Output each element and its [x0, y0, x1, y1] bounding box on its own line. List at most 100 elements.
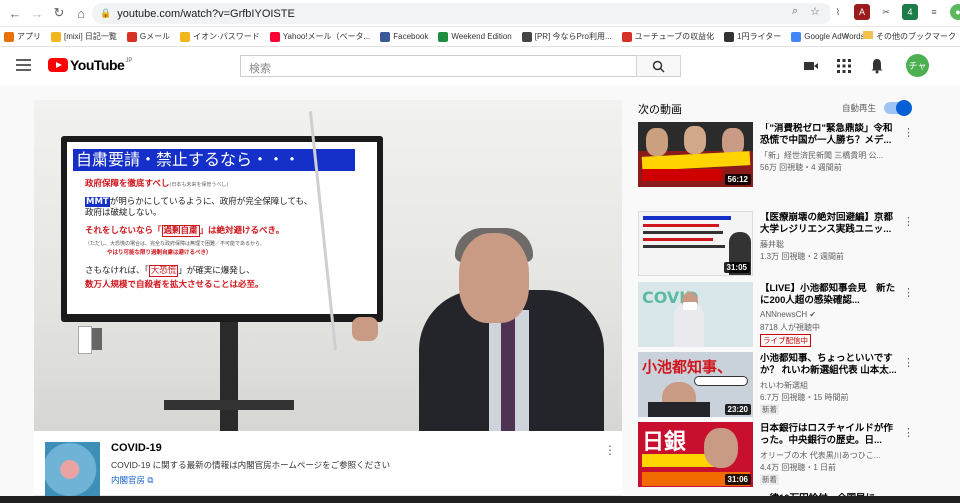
more-options-icon[interactable]: ⋮	[903, 356, 914, 369]
extension-icon[interactable]: ⌇	[830, 4, 846, 20]
more-options-icon[interactable]: ⋮	[903, 126, 914, 139]
presenter-hand	[352, 317, 378, 341]
bookmark[interactable]: ユーチューブの収益化	[621, 31, 714, 42]
extension-icon[interactable]: ≡	[926, 4, 942, 20]
up-next-title: 次の動画	[638, 104, 682, 116]
search-button[interactable]	[636, 55, 681, 77]
bookmark[interactable]: Facebook	[380, 31, 428, 42]
video-duration: 56:12	[724, 174, 751, 185]
notifications-icon[interactable]	[869, 58, 885, 74]
video-player[interactable]: 自粛要請・禁止するなら・・・ 政府保障を徹底すべし(日本も未来を保管うべし) M…	[34, 100, 622, 431]
video-thumbnail[interactable]: COVID	[638, 282, 753, 347]
video-duration: 23:20	[724, 404, 751, 415]
channel-name[interactable]: れいわ新選組	[760, 380, 900, 391]
recommended-video[interactable]: 31:05 【医療崩壊の絶対回避編】京都大学レジリエンス実践ユニッ... 藤井聡…	[638, 211, 918, 277]
video-thumbnail[interactable]: 日銀 31:06	[638, 422, 753, 487]
covid-virus-image	[45, 442, 100, 497]
video-meta: 56万 回視聴・4 週間前	[760, 163, 842, 172]
menu-icon[interactable]	[16, 59, 31, 71]
omnibox-actions: ⌕ ☆	[792, 5, 820, 18]
extension-icon[interactable]: A	[854, 4, 870, 20]
zoom-icon[interactable]: ⌕	[792, 5, 798, 18]
writer-icon	[724, 31, 735, 42]
gmail-icon	[126, 31, 137, 42]
address-bar[interactable]: 🔒 youtube.com/watch?v=GrfbIYOISTE	[92, 3, 832, 24]
extension-icon[interactable]: 4	[902, 4, 918, 20]
covid-info-panel: COVID-19 COVID-19 に関する最新の情報は内閣官房ホームページをご…	[34, 431, 622, 497]
video-thumbnail[interactable]: 56:12	[638, 122, 753, 187]
create-video-icon[interactable]	[803, 58, 819, 74]
bookmarks-overflow-button[interactable]: »	[845, 31, 849, 42]
bookmark[interactable]: [mixi] 日記一覧	[51, 31, 117, 42]
pr-icon	[521, 31, 532, 42]
video-title[interactable]: 「"消費税ゼロ"緊急鼎談」令和恐慌で中国が一人勝ち？メデ...	[760, 123, 900, 147]
back-icon[interactable]: ←	[4, 2, 26, 24]
autoplay-toggle[interactable]	[884, 100, 912, 116]
video-meta: 1.3万 回視聴・2 週間前	[760, 252, 845, 261]
covid-title: COVID-19	[111, 442, 162, 454]
video-title[interactable]: 【LIVE】小池都知事会見 新たに200人超の感染確認...	[760, 283, 900, 307]
wall-outlet	[78, 326, 92, 354]
video-thumbnail[interactable]: 小池都知事、 23:20	[638, 352, 753, 417]
channel-name[interactable]: 「新」経世済民新聞 三橋貴明 公...	[760, 150, 900, 161]
home-icon[interactable]: ⌂	[70, 2, 92, 24]
reload-icon[interactable]: ↻	[48, 2, 70, 24]
youtube-header: YouTube JP 検索 チャ	[0, 47, 960, 85]
folder-icon	[863, 31, 873, 39]
video-meta: 8718 人が視聴中	[760, 323, 821, 332]
bookmark[interactable]: Weekend Edition	[438, 31, 512, 42]
video-duration: 31:06	[724, 474, 751, 485]
tv-stand	[220, 322, 238, 431]
slide-line: 政府保障を徹底すべし(日本も未来を保管うべし)	[85, 179, 229, 189]
bookmark[interactable]: Gメール	[126, 31, 170, 42]
recommended-video[interactable]: 日銀 31:06 日本銀行はロスチャイルドが作った。中央銀行の歴史。日... オ…	[638, 422, 918, 488]
bookmark[interactable]: Yahoo!メール（ベータ...	[269, 31, 370, 42]
more-options-icon[interactable]: ⋮	[903, 215, 914, 228]
search-input[interactable]: 検索	[240, 55, 637, 77]
channel-name[interactable]: 藤井聡	[760, 239, 900, 250]
bookmark[interactable]: アプリ	[4, 31, 41, 42]
play-logo-icon	[48, 58, 68, 72]
new-badge: 新着	[760, 404, 779, 415]
logo-text: YouTube	[70, 57, 125, 73]
channel-name[interactable]: ANNnewsCH ✔	[760, 310, 900, 319]
wall-plug	[92, 328, 102, 350]
yahoo-icon	[269, 31, 280, 42]
other-bookmarks[interactable]: その他のブックマーク	[863, 31, 956, 42]
video-title[interactable]: 【医療崩壊の絶対回避編】京都大学レジリエンス実践ユニッ...	[760, 212, 900, 236]
logo-region: JP	[125, 58, 133, 64]
more-options-icon[interactable]: ⋮	[903, 286, 914, 299]
youtube-icon	[621, 31, 632, 42]
recommended-video[interactable]: 小池都知事、 23:20 小池都知事、ちょっといいですか？ れいわ新選組代表 山…	[638, 352, 918, 418]
bookmark[interactable]: 1円ライター	[724, 31, 781, 42]
covid-description: COVID-19 に関する最新の情報は内閣官房ホームページをご参照ください	[111, 460, 391, 470]
channel-name[interactable]: オリーブの木 代表黒川あつひこ...	[760, 450, 900, 461]
more-options-icon[interactable]: ⋮	[604, 443, 616, 457]
avatar[interactable]: チャ	[906, 54, 929, 77]
os-taskbar	[0, 496, 960, 503]
forward-icon[interactable]: →	[26, 2, 48, 24]
video-title[interactable]: 日本銀行はロスチャイルドが作った。中央銀行の歴史。日...	[760, 423, 900, 447]
extension-icon[interactable]: ✂	[878, 4, 894, 20]
header-actions	[803, 58, 885, 74]
slide-line: やはり可能な限り過剰自粛は避けるべき）	[107, 250, 212, 256]
cabinet-office-link[interactable]: 内閣官房 ⧉	[111, 474, 153, 486]
video-thumbnail[interactable]: 31:05	[638, 211, 753, 276]
slide-line: MMTが明らかにしているように、政府が完全保障しても、	[85, 197, 313, 207]
bookmark[interactable]: [PR] 今ならPro利用...	[521, 31, 612, 42]
recommended-video[interactable]: 56:12 「"消費税ゼロ"緊急鼎談」令和恐慌で中国が一人勝ち？メデ... 「新…	[638, 122, 918, 188]
video-meta: 6.7万 回視聴・15 時間前	[760, 393, 849, 402]
youtube-logo[interactable]: YouTube JP	[48, 57, 132, 73]
video-meta: 4.4万 回視聴・1 日前	[760, 463, 837, 472]
more-options-icon[interactable]: ⋮	[903, 426, 914, 439]
video-title[interactable]: 小池都知事、ちょっといいですか？ れいわ新選組代表 山本太...	[760, 353, 900, 377]
tv-stand-base	[164, 400, 294, 410]
profile-icon[interactable]: ●	[950, 4, 960, 20]
apps-grid-icon[interactable]	[836, 58, 852, 74]
bookmark[interactable]: イオン·パスワード	[180, 31, 260, 42]
new-badge: 新着	[760, 474, 779, 485]
star-icon[interactable]: ☆	[810, 5, 820, 18]
slide-line: 数万人規模で自殺者を拡大させることは必至。	[85, 280, 264, 290]
adwords-icon	[791, 31, 802, 42]
recommended-video[interactable]: COVID 【LIVE】小池都知事会見 新たに200人超の感染確認... ANN…	[638, 282, 918, 348]
